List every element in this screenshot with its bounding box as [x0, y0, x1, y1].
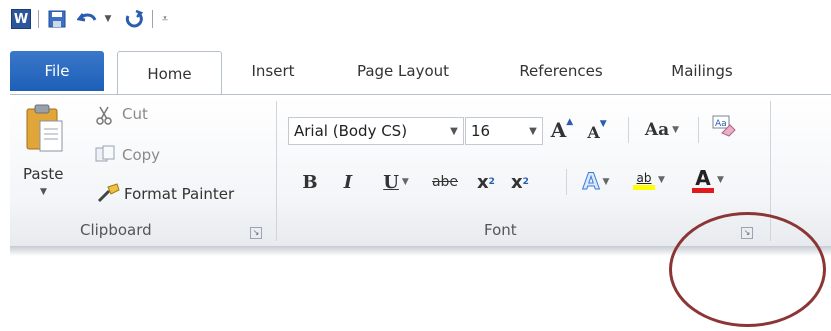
format-painter-label[interactable]: Format Painter: [124, 185, 234, 203]
superscript-label: x: [511, 171, 523, 193]
tab-references[interactable]: References: [506, 51, 616, 91]
font-group-label: Font: [484, 221, 517, 239]
word-logo: W: [11, 9, 31, 29]
grow-font-button[interactable]: A ▲: [548, 117, 576, 143]
paste-icon[interactable]: [24, 103, 68, 159]
font-name-value: Arial (Body CS): [294, 122, 408, 140]
tab-home[interactable]: Home: [117, 51, 222, 96]
clipboard-group-label: Clipboard: [80, 221, 152, 239]
grow-font-label: A: [550, 118, 567, 142]
undo-icon[interactable]: [76, 8, 100, 30]
copy-icon[interactable]: [95, 145, 117, 167]
text-effects-button[interactable]: A ▼: [576, 169, 616, 195]
chevron-down-icon: ▼: [717, 175, 724, 185]
qat-separator: [152, 10, 153, 28]
separator: [698, 117, 699, 143]
paste-button-label[interactable]: Paste: [23, 165, 64, 183]
quick-access-toolbar: W ▼ ⩡: [6, 6, 226, 34]
redo-icon[interactable]: [122, 8, 146, 30]
font-color-label: A: [695, 165, 711, 190]
separator: [566, 169, 567, 195]
tab-file[interactable]: File: [10, 51, 104, 91]
subscript-label: x: [477, 171, 489, 193]
font-color-bar: [692, 187, 715, 193]
customize-qat-icon[interactable]: ⩡: [158, 8, 172, 30]
font-color-button[interactable]: A ▼: [686, 167, 730, 193]
underline-button[interactable]: U ▼: [374, 169, 418, 195]
qat-separator: [38, 10, 39, 28]
highlight-label: ab: [636, 170, 652, 185]
shrink-font-button[interactable]: A ▼: [584, 119, 610, 145]
tab-mailings[interactable]: Mailings: [658, 51, 746, 91]
save-icon[interactable]: [46, 8, 68, 30]
annotation-circle: [669, 212, 826, 327]
word-app-icon[interactable]: W: [10, 8, 32, 30]
bold-button[interactable]: B: [298, 169, 322, 195]
shrink-font-label: A: [587, 122, 600, 142]
shrink-icon: ▼: [599, 119, 607, 129]
grow-icon: ▲: [566, 117, 574, 127]
svg-text:Aa: Aa: [715, 119, 727, 129]
cut-icon[interactable]: [95, 105, 113, 129]
italic-button[interactable]: I: [336, 169, 360, 195]
font-name-dropdown[interactable]: Arial (Body CS) ▼: [288, 117, 464, 145]
chevron-down-icon: ▼: [672, 125, 680, 135]
highlight-button[interactable]: ab ▼: [626, 167, 672, 193]
ribbon-tabs: File Home Insert Page Layout References …: [0, 51, 831, 96]
tab-insert[interactable]: Insert: [242, 51, 304, 91]
superscript-mark: 2: [522, 177, 529, 187]
chevron-down-icon: ▼: [450, 125, 458, 137]
format-painter-icon[interactable]: [97, 183, 121, 207]
highlight-color-bar: [633, 184, 656, 190]
superscript-button[interactable]: x2: [506, 169, 534, 195]
chevron-down-icon: ▼: [401, 177, 409, 187]
underline-label: U: [383, 171, 399, 193]
clear-formatting-icon[interactable]: Aa: [708, 113, 738, 139]
change-case-button[interactable]: Aa ▼: [640, 117, 684, 143]
cut-button-label[interactable]: Cut: [122, 105, 148, 123]
chevron-down-icon: ▼: [529, 125, 537, 137]
font-color-icon: A: [692, 165, 715, 193]
clipboard-dialog-launcher-icon[interactable]: ↘: [250, 227, 262, 239]
font-size-value: 16: [471, 122, 491, 140]
strikethrough-button[interactable]: abe: [428, 169, 462, 195]
group-separator: [276, 101, 277, 241]
subscript-button[interactable]: x2: [472, 169, 500, 195]
highlight-icon: ab: [633, 170, 656, 190]
separator: [628, 117, 629, 143]
chevron-down-icon: ▼: [602, 177, 610, 187]
copy-button-label[interactable]: Copy: [122, 146, 160, 164]
text-effects-label: A: [582, 169, 600, 195]
undo-dropdown-icon[interactable]: ▼: [102, 8, 114, 30]
chevron-down-icon: ▼: [658, 175, 665, 185]
tab-page-layout[interactable]: Page Layout: [344, 51, 462, 91]
subscript-mark: 2: [488, 177, 495, 187]
font-size-dropdown[interactable]: 16 ▼: [465, 117, 543, 145]
paste-dropdown-icon[interactable]: ▼: [40, 187, 47, 197]
change-case-label: Aa: [644, 120, 670, 140]
